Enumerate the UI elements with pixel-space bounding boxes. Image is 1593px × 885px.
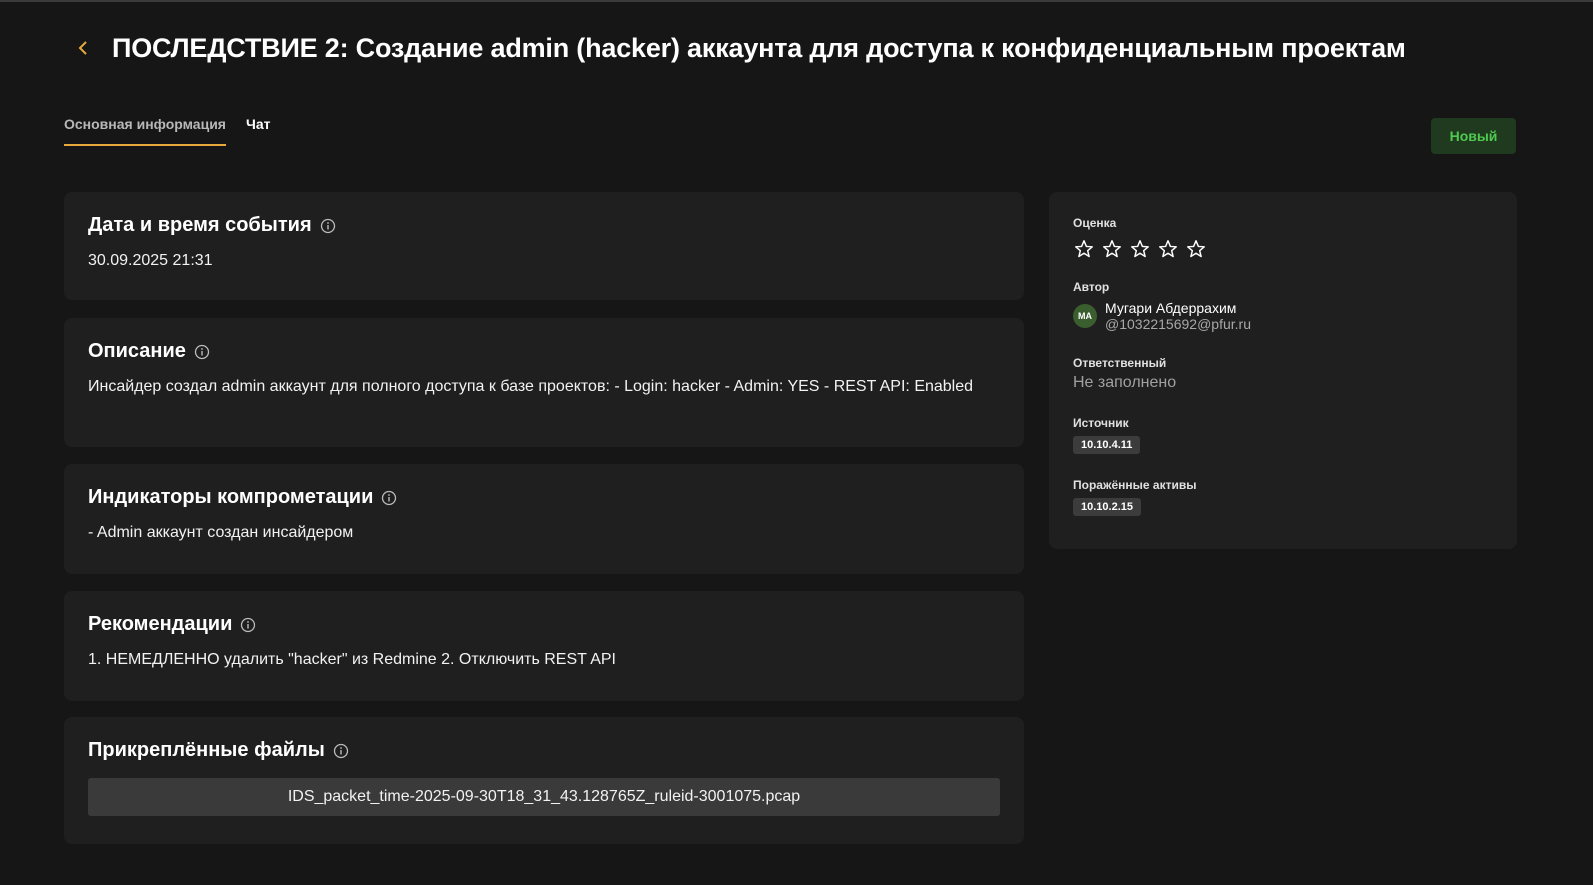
page-title: ПОСЛЕДСТВИЕ 2: Создание admin (hacker) а… xyxy=(112,32,1406,63)
attachments-title-row: Прикреплённые файлы xyxy=(88,739,1000,762)
datetime-card: Дата и время события 30.09.2025 21:31 xyxy=(64,192,1024,300)
attachments-card: Прикреплённые файлы IDS_packet_time-2025… xyxy=(64,717,1024,844)
tab-chat[interactable]: Чат xyxy=(246,116,270,146)
author-row: МА Мугари Абдеррахим @1032215692@pfur.ru xyxy=(1073,300,1493,332)
indicators-title: Индикаторы компрометации xyxy=(88,486,374,508)
details-sidebar: Оценка Автор МА Мугари Абдеррахим @10322… xyxy=(1049,192,1517,549)
assignee-value[interactable]: Не заполнено xyxy=(1073,374,1493,392)
author-email: @1032215692@pfur.ru xyxy=(1105,316,1251,332)
attachments-title: Прикреплённые файлы xyxy=(88,739,325,761)
datetime-title: Дата и время события xyxy=(88,214,312,236)
assets-label: Поражённые активы xyxy=(1073,478,1197,492)
tab-bar: Основная информация Чат xyxy=(64,116,270,146)
star-icon[interactable] xyxy=(1157,238,1179,260)
asset-ip-badge: 10.10.2.15 xyxy=(1073,498,1141,516)
indicators-text: - Admin аккаунт создан инсайдером xyxy=(88,524,354,541)
datetime-title-row: Дата и время события xyxy=(88,214,1000,237)
star-icon[interactable] xyxy=(1101,238,1123,260)
star-icon[interactable] xyxy=(1129,238,1151,260)
datetime-value: 30.09.2025 21:31 xyxy=(88,252,213,269)
star-icon[interactable] xyxy=(1073,238,1095,260)
tab-main-info[interactable]: Основная информация xyxy=(64,116,226,146)
source-ip-badge: 10.10.4.11 xyxy=(1073,436,1141,454)
rating-stars xyxy=(1073,238,1493,260)
info-icon[interactable] xyxy=(333,743,349,759)
description-title: Описание xyxy=(88,340,186,362)
indicators-card: Индикаторы компрометации - Admin аккаунт… xyxy=(64,464,1024,574)
description-text: Инсайдер создал admin аккаунт для полног… xyxy=(88,378,974,395)
indicators-title-row: Индикаторы компрометации xyxy=(88,486,1000,509)
back-button[interactable] xyxy=(72,33,94,63)
chevron-left-icon xyxy=(78,41,87,55)
author-label: Автор xyxy=(1073,280,1110,294)
description-card: Описание Инсайдер создал admin аккаунт д… xyxy=(64,318,1024,447)
info-icon[interactable] xyxy=(320,218,336,234)
info-icon[interactable] xyxy=(381,490,397,506)
recommendations-title-row: Рекомендации xyxy=(88,613,1000,636)
author-name: Мугари Абдеррахим xyxy=(1105,300,1237,316)
recommendations-card: Рекомендации 1. НЕМЕДЛЕННО удалить "hack… xyxy=(64,591,1024,701)
star-icon[interactable] xyxy=(1185,238,1207,260)
attachment-file[interactable]: IDS_packet_time-2025-09-30T18_31_43.1287… xyxy=(88,778,1000,816)
description-title-row: Описание xyxy=(88,340,1000,363)
recommendations-title: Рекомендации xyxy=(88,613,233,635)
source-label: Источник xyxy=(1073,416,1129,430)
recommendations-text: 1. НЕМЕДЛЕННО удалить "hacker" из Redmin… xyxy=(88,651,616,668)
info-icon[interactable] xyxy=(194,344,210,360)
status-button[interactable]: Новый xyxy=(1431,118,1516,154)
page-header: ПОСЛЕДСТВИЕ 2: Создание admin (hacker) а… xyxy=(72,28,1406,68)
avatar: МА xyxy=(1073,304,1097,328)
info-icon[interactable] xyxy=(240,617,256,633)
rating-label: Оценка xyxy=(1073,216,1117,230)
assignee-label: Ответственный xyxy=(1073,356,1167,370)
